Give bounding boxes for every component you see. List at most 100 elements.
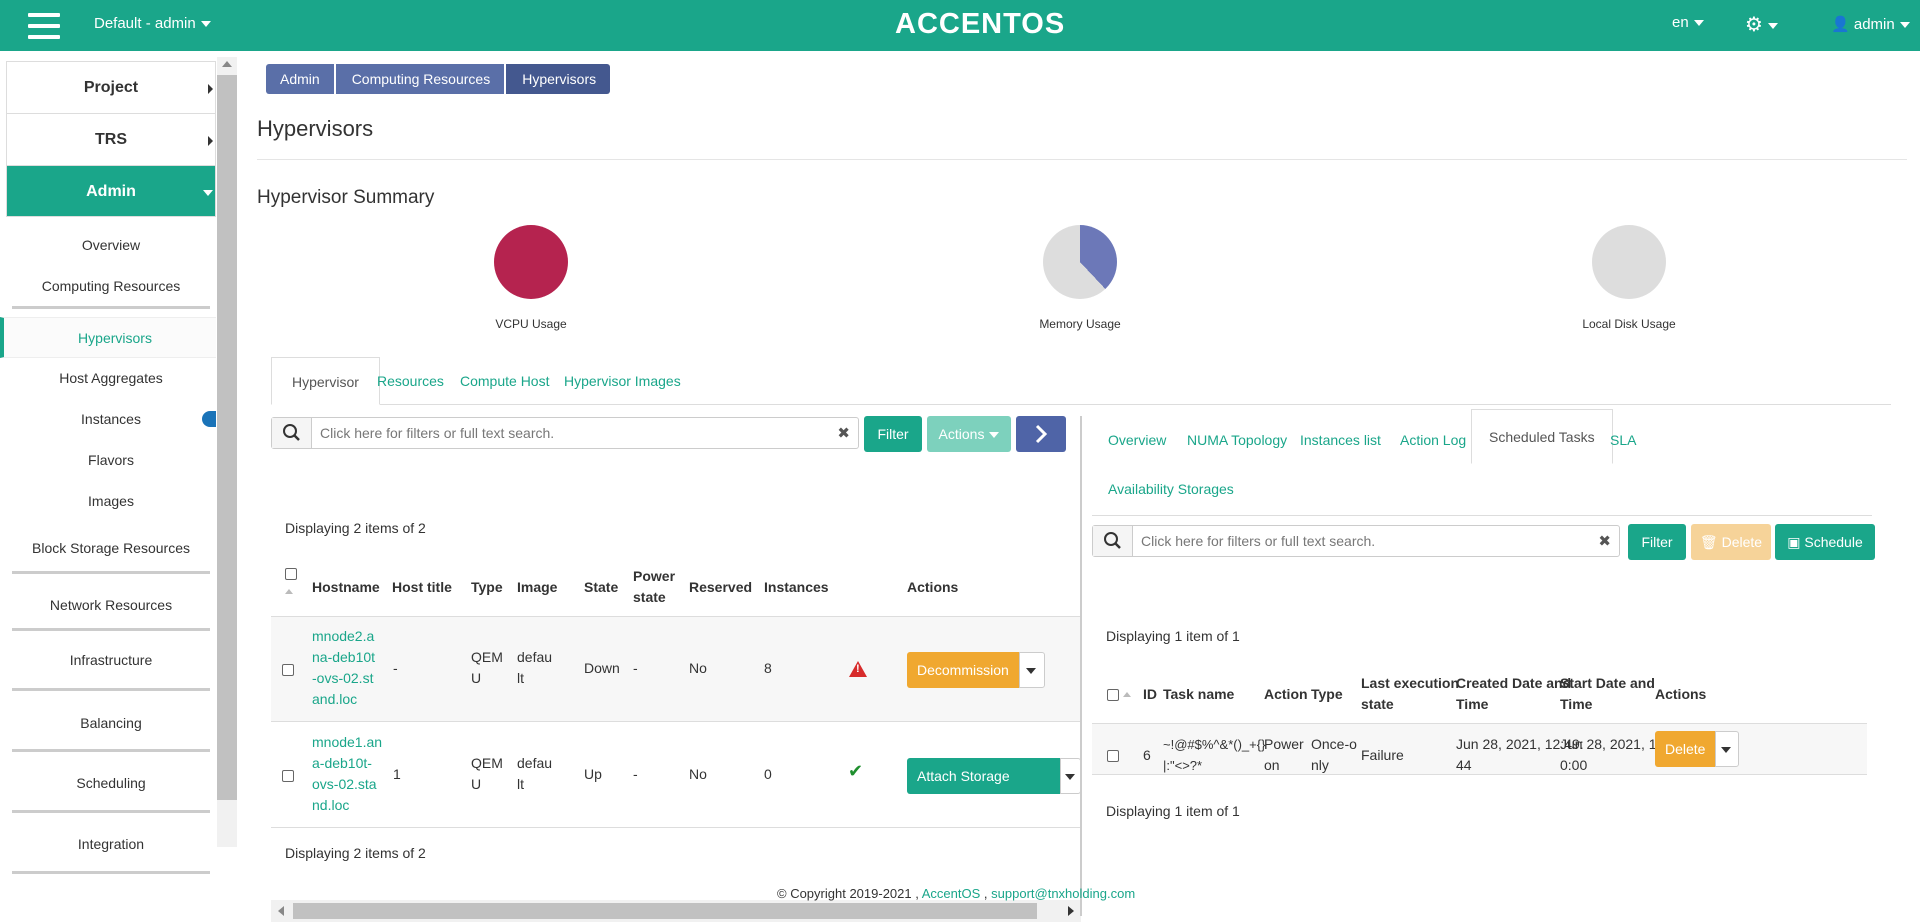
instances: 0 bbox=[764, 766, 772, 782]
tab-hypervisor[interactable]: Hypervisor bbox=[271, 357, 380, 405]
tab-compute-host[interactable]: Compute Host bbox=[460, 357, 549, 405]
panel-divider[interactable] bbox=[1080, 416, 1082, 916]
support-email-link[interactable]: support@tnxholding.com bbox=[991, 886, 1135, 901]
row-actions-dropdown[interactable] bbox=[1715, 731, 1740, 767]
company-link[interactable]: AccentOS bbox=[922, 886, 981, 901]
schedule-button[interactable]: ▣ Schedule bbox=[1775, 524, 1875, 560]
task-id: 6 bbox=[1143, 747, 1151, 763]
select-all-checkbox[interactable] bbox=[1107, 689, 1119, 701]
attach-storage-volume-button[interactable]: Attach Storage Volume bbox=[907, 758, 1061, 820]
scrollbar-thumb[interactable] bbox=[217, 75, 237, 800]
attach-volume-split-button: Attach Storage Volume bbox=[907, 758, 1081, 820]
sidebar-scrollbar[interactable] bbox=[217, 57, 237, 847]
col-task-name[interactable]: Task name bbox=[1163, 684, 1234, 705]
row-checkbox[interactable] bbox=[1107, 750, 1119, 762]
tab-sla[interactable]: SLA bbox=[1610, 416, 1636, 464]
task-delete-split-button: Delete bbox=[1655, 731, 1740, 767]
tab-availability-storages[interactable]: Availability Storages bbox=[1108, 465, 1234, 513]
col-created[interactable]: Created Date and Time bbox=[1456, 673, 1571, 715]
project-selector-label: Default - admin bbox=[94, 15, 196, 32]
task-state: Failure bbox=[1361, 747, 1404, 763]
sidebar-item-images[interactable]: Images bbox=[6, 481, 216, 522]
sidebar-item-balancing[interactable]: Balancing bbox=[12, 691, 210, 752]
power-state: - bbox=[633, 660, 638, 676]
hostname-link[interactable]: mnode2.a na-deb10t -ovs-02.st and.loc bbox=[312, 626, 375, 710]
sidebar-item-instances[interactable]: Instances bbox=[6, 399, 216, 440]
col-image[interactable]: Image bbox=[517, 577, 557, 598]
clear-search-icon[interactable]: ✖ bbox=[837, 424, 850, 442]
sidebar-section-trs[interactable]: TRS bbox=[6, 113, 216, 165]
sidebar-item-network-resources[interactable]: Network Resources bbox=[12, 574, 210, 631]
language-selector[interactable]: en bbox=[1672, 14, 1704, 31]
breadcrumb-admin[interactable]: Admin bbox=[266, 64, 334, 94]
tab-action-log[interactable]: Action Log bbox=[1400, 416, 1466, 464]
row-actions-dropdown[interactable] bbox=[1018, 652, 1045, 688]
chevron-down-icon bbox=[1721, 747, 1732, 753]
tab-overview[interactable]: Overview bbox=[1108, 416, 1166, 464]
col-action[interactable]: Action bbox=[1264, 684, 1308, 705]
actions-dropdown-button[interactable]: Actions bbox=[927, 416, 1011, 452]
sidebar-item-integration[interactable]: Integration bbox=[12, 813, 210, 874]
tab-hypervisor-images[interactable]: Hypervisor Images bbox=[564, 357, 681, 405]
row-checkbox[interactable] bbox=[282, 664, 294, 676]
chevron-down-icon bbox=[1065, 774, 1076, 780]
task-delete-button[interactable]: Delete bbox=[1655, 731, 1716, 767]
tab-numa-topology[interactable]: NUMA Topology bbox=[1187, 416, 1287, 464]
clear-search-icon[interactable]: ✖ bbox=[1598, 532, 1611, 550]
menu-toggle-icon[interactable] bbox=[28, 13, 60, 39]
breadcrumb-computing-resources[interactable]: Computing Resources bbox=[335, 64, 505, 94]
warning-icon bbox=[849, 661, 867, 677]
sidebar-item-scheduling[interactable]: Scheduling bbox=[12, 752, 210, 813]
scroll-left-icon[interactable] bbox=[278, 906, 284, 916]
hostname-link[interactable]: mnode1.an a-deb10t-ovs-02.sta nd.loc bbox=[312, 732, 382, 816]
row-checkbox[interactable] bbox=[282, 770, 294, 782]
col-start[interactable]: Start Date and Time bbox=[1560, 673, 1655, 715]
col-hostname[interactable]: Hostname bbox=[312, 577, 380, 598]
actions-label: Actions bbox=[938, 426, 985, 442]
tab-scheduled-tasks[interactable]: Scheduled Tasks bbox=[1471, 409, 1613, 464]
col-power-state[interactable]: Power state bbox=[633, 566, 677, 608]
scroll-up-icon[interactable] bbox=[222, 61, 232, 67]
sidebar-item-overview[interactable]: Overview bbox=[6, 225, 216, 266]
col-reserved[interactable]: Reserved bbox=[689, 577, 752, 598]
tasks-filter-button[interactable]: Filter bbox=[1628, 524, 1686, 560]
col-type[interactable]: Type bbox=[471, 577, 503, 598]
vcpu-usage-label: VCPU Usage bbox=[495, 317, 567, 331]
sidebar-item-hypervisors[interactable]: Hypervisors bbox=[0, 317, 216, 358]
expand-panel-button[interactable] bbox=[1016, 416, 1066, 452]
decommission-button[interactable]: Decommission bbox=[907, 652, 1019, 688]
tab-resources[interactable]: Resources bbox=[377, 357, 444, 405]
sidebar-section-admin[interactable]: Admin bbox=[6, 165, 216, 217]
tasks-search-input[interactable]: Click here for filters or full text sear… bbox=[1092, 525, 1620, 557]
row-actions-dropdown[interactable] bbox=[1060, 758, 1081, 794]
col-type[interactable]: Type bbox=[1311, 684, 1343, 705]
tab-instances-list[interactable]: Instances list bbox=[1300, 416, 1381, 464]
col-host-title[interactable]: Host title bbox=[392, 577, 452, 598]
user-icon: 👤 bbox=[1831, 16, 1850, 33]
search-icon bbox=[1093, 526, 1133, 556]
col-last-execution-state[interactable]: Last execution state bbox=[1361, 673, 1459, 715]
scrollbar-thumb[interactable] bbox=[293, 903, 1037, 919]
sidebar-section-project[interactable]: Project bbox=[6, 61, 216, 113]
hypervisor-details-panel: Overview NUMA Topology Instances list Ac… bbox=[1092, 409, 1907, 836]
sort-icon[interactable] bbox=[285, 589, 293, 594]
tasks-delete-button[interactable]: 🗑 Delete bbox=[1691, 524, 1771, 560]
hypervisor-search-input[interactable]: Click here for filters or full text sear… bbox=[271, 417, 859, 449]
sidebar-item-computing-resources[interactable]: Computing Resources bbox=[12, 266, 210, 309]
select-all-checkbox[interactable] bbox=[285, 568, 297, 580]
check-icon: ✔ bbox=[848, 761, 864, 781]
sidebar-item-host-aggregates[interactable]: Host Aggregates bbox=[6, 358, 216, 399]
horizontal-scrollbar[interactable] bbox=[271, 900, 1081, 922]
col-state[interactable]: State bbox=[584, 577, 618, 598]
user-menu[interactable]: 👤 admin bbox=[1831, 15, 1910, 33]
filter-button[interactable]: Filter bbox=[864, 416, 922, 452]
project-selector[interactable]: Default - admin bbox=[94, 15, 211, 32]
sidebar-item-flavors[interactable]: Flavors bbox=[6, 440, 216, 481]
sidebar-item-block-storage[interactable]: Block Storage Resources bbox=[12, 522, 210, 574]
col-instances[interactable]: Instances bbox=[764, 577, 829, 598]
sidebar-item-infrastructure[interactable]: Infrastructure bbox=[12, 631, 210, 691]
settings-gear-icon[interactable]: ⚙ bbox=[1745, 12, 1778, 37]
col-id[interactable]: ID bbox=[1143, 684, 1157, 705]
sort-icon[interactable] bbox=[1123, 692, 1131, 697]
scroll-right-icon[interactable] bbox=[1068, 906, 1074, 916]
